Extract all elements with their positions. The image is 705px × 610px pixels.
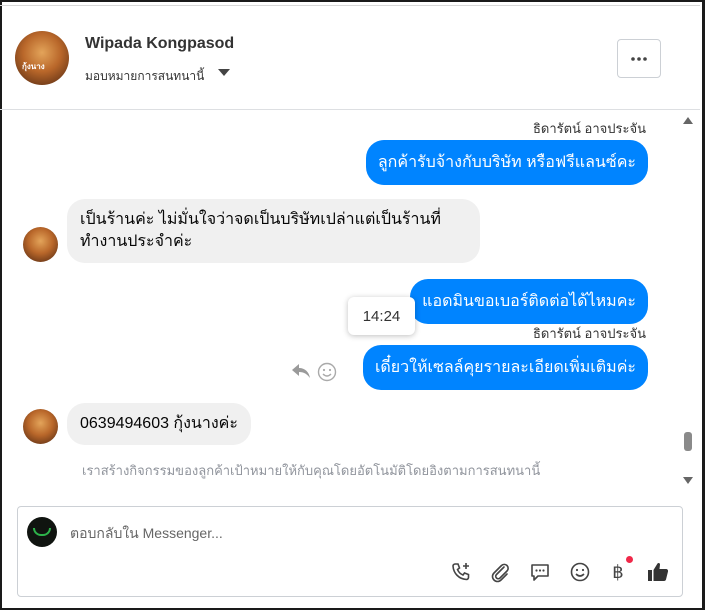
contact-avatar[interactable]: กุ้งนาง: [15, 31, 69, 85]
sender-name: ธิดารัตน์ อาจประจัน: [532, 121, 646, 136]
notification-dot: [626, 556, 633, 563]
incoming-message[interactable]: 0639494603 กุ้งนางค่ะ: [67, 403, 251, 445]
emoji-icon[interactable]: [568, 560, 592, 584]
avatar-caption: กุ้งนาง: [22, 62, 45, 71]
outgoing-message[interactable]: ลูกค้ารับจ้างกับบริษัท หรือฟรีแลนซ์คะ: [365, 140, 648, 185]
baht-payment-icon[interactable]: ฿: [606, 560, 630, 584]
call-plus-icon[interactable]: [449, 560, 473, 584]
assign-conversation-link[interactable]: มอบหมายการสนทนานี้: [85, 67, 204, 86]
contact-avatar-small[interactable]: [23, 227, 58, 262]
page-avatar: [27, 517, 57, 547]
emoji-reaction-icon[interactable]: [317, 362, 337, 382]
timestamp-tooltip: 14:24: [348, 297, 415, 335]
scrollbar-thumb[interactable]: [684, 432, 692, 451]
outgoing-message[interactable]: เดี๋ยวให้เซลล์คุยรายละเอียดเพิ่มเติมค่ะ: [362, 345, 648, 390]
conversation-header: กุ้งนาง Wipada Kongpasod มอบหมายการสนทนา…: [0, 7, 700, 110]
scroll-up-arrow-icon[interactable]: [683, 117, 693, 124]
contact-avatar-small[interactable]: [23, 409, 58, 444]
like-icon[interactable]: [646, 560, 670, 584]
message-thread: ธิดารัตน์ อาจประจัน ลูกค้ารับจ้างกับบริษ…: [0, 110, 700, 492]
message-line: เป็นร้านค่ะ ไม่มั่นใจว่าจดเป็นบริษัทเปล่…: [80, 211, 441, 228]
sender-name: ธิดารัตน์ อาจประจัน: [532, 326, 646, 341]
top-divider: [0, 0, 700, 6]
auto-activity-notice: เราสร้างกิจกรรมของลูกค้าเป้าหมายให้กับคุ…: [82, 463, 541, 478]
attachment-icon[interactable]: [488, 560, 512, 584]
reply-input[interactable]: [70, 525, 630, 541]
message-composer: ฿: [17, 506, 683, 597]
saved-reply-icon[interactable]: [528, 560, 552, 584]
ellipsis-icon: [631, 56, 647, 61]
more-options-button[interactable]: [617, 39, 661, 78]
contact-name[interactable]: Wipada Kongpasod: [85, 35, 234, 53]
incoming-message[interactable]: เป็นร้านค่ะ ไม่มั่นใจว่าจดเป็นบริษัทเปล่…: [67, 199, 480, 263]
scroll-down-arrow-icon[interactable]: [683, 477, 693, 484]
reply-icon[interactable]: [290, 361, 312, 381]
message-line: ทำงานประจำค่ะ: [80, 233, 193, 250]
chevron-down-icon[interactable]: [218, 69, 230, 76]
outgoing-message[interactable]: แอดมินขอเบอร์ติดต่อได้ไหมคะ: [410, 279, 648, 324]
